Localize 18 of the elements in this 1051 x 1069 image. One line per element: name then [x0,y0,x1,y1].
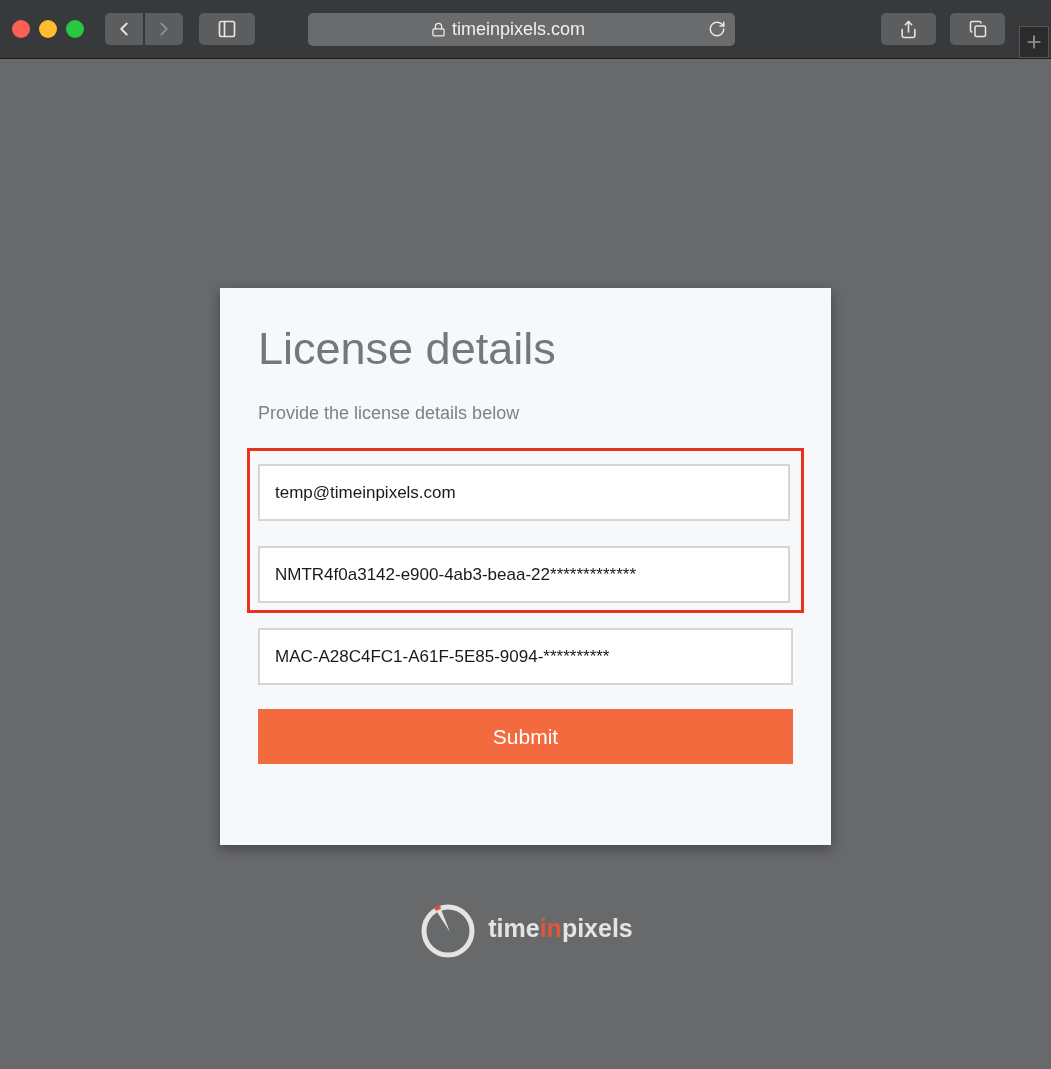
input-field[interactable]: MAC-A28C4FC1-A61F-5E85-9094-********** [258,628,793,685]
sidebar-button[interactable] [199,13,255,45]
url-text: timeinpixels.com [451,17,585,41]
logo-wordmark: timeinpixels [488,913,633,945]
lock-icon [430,21,446,37]
reload-icon[interactable] [708,20,726,38]
card-subtitle: Provide the license details below [258,402,521,425]
back-button[interactable] [105,13,143,45]
tabs-button[interactable] [950,13,1005,45]
input-field[interactable]: temp@timeinpixels.com [258,464,790,521]
sidebar-icon [217,19,237,39]
input-field[interactable]: NMTR4f0a3142-e900-4ab3-beaa-22************* [258,546,790,603]
tabs-icon [968,20,987,38]
share-button[interactable] [881,13,936,45]
card-title: License details [258,322,557,376]
share-icon [899,19,918,39]
new-tab-button[interactable] [1019,26,1049,58]
address-bar[interactable]: timeinpixels.com [308,12,735,46]
